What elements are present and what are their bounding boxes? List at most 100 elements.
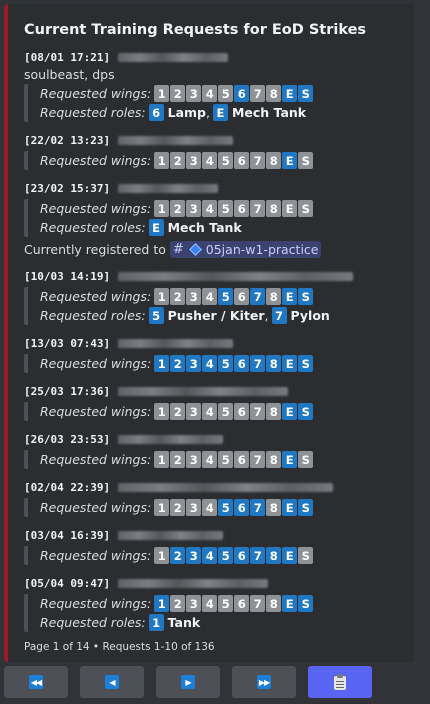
wing-chip-s: S — [298, 547, 314, 564]
wing-chip-7: 7 — [250, 85, 266, 102]
clipboard-button[interactable] — [308, 666, 372, 698]
wing-chip-7: 7 — [250, 200, 266, 217]
embed-title: Current Training Requests for EoD Strike… — [24, 22, 367, 38]
requested-wings-line: Requested wings: 1 2 3 4 5 6 7 8 E S — [40, 498, 400, 517]
requested-wings-line: Requested wings: 1 2 3 4 5 6 7 8 E S — [40, 84, 400, 103]
requested-wings-label: Requested wings: — [40, 404, 152, 419]
wing-chip-2: 2 — [170, 288, 186, 305]
wing-chip-6: 6 — [234, 499, 250, 516]
wing-chip-s: S — [298, 403, 314, 420]
requested-wings-line: Requested wings: 1 2 3 4 5 6 7 8 E S — [40, 354, 400, 373]
wing-chip-6: 6 — [234, 451, 250, 468]
wing-chip-5: 5 — [218, 288, 234, 305]
role-wing-chip: 6 — [148, 104, 164, 121]
registered-label: Currently registered to — [24, 241, 166, 257]
wing-chip-e: E — [282, 403, 298, 420]
wing-chip-6: 6 — [234, 547, 250, 564]
wing-chip-e: E — [282, 288, 298, 305]
request-timestamp: [08/01 17:21] — [24, 50, 111, 64]
redacted-username — [118, 386, 289, 396]
wing-chip-s: S — [298, 152, 314, 169]
wing-chip-5: 5 — [218, 85, 234, 102]
wing-chip-8: 8 — [266, 403, 282, 420]
requested-roles-label: Requested roles: — [40, 615, 146, 630]
requested-roles-label: Requested roles: — [40, 105, 146, 120]
request-header: [25/03 17:36] — [24, 382, 400, 400]
wing-chip-e: E — [282, 152, 298, 169]
wing-chip-4: 4 — [202, 595, 218, 612]
request-entry: [23/02 15:37] Requested wings: 1 2 3 4 5 6 7 8 E S R… — [24, 179, 400, 258]
request-timestamp: [10/03 14:19] — [24, 269, 111, 283]
wing-chip-e: E — [282, 595, 298, 612]
wing-chip-8: 8 — [266, 499, 282, 516]
channel-hash-icon: # — [172, 241, 184, 257]
wing-chip-5: 5 — [218, 403, 234, 420]
wing-chip-4: 4 — [202, 547, 218, 564]
clipboard-icon — [333, 674, 347, 690]
requested-wings-line: Requested wings: 1 2 3 4 5 6 7 8 E S — [40, 199, 400, 218]
request-details: Requested wings: 1 2 3 4 5 6 7 8 E S — [24, 402, 400, 421]
request-timestamp: [26/03 23:53] — [24, 432, 111, 446]
wing-chip-s: S — [298, 288, 314, 305]
wing-chip-3: 3 — [186, 595, 202, 612]
request-header: [03/04 16:39] — [24, 526, 400, 544]
wing-chip-7: 7 — [250, 547, 266, 564]
request-details: Requested wings: 1 2 3 4 5 6 7 8 E S Requested role… — [24, 594, 400, 632]
wing-chip-2: 2 — [170, 451, 186, 468]
wing-chip-5: 5 — [218, 595, 234, 612]
first-page-button[interactable]: ◀◀ — [4, 666, 68, 698]
wing-chip-2: 2 — [170, 152, 186, 169]
right-arrow-icon: ▶ — [181, 675, 195, 689]
wing-chip-2: 2 — [170, 499, 186, 516]
wing-chip-e: E — [282, 547, 298, 564]
wing-chip-5: 5 — [218, 499, 234, 516]
requested-roles-label: Requested roles: — [40, 308, 146, 323]
wing-chip-1: 1 — [154, 451, 170, 468]
wing-chip-4: 4 — [202, 355, 218, 372]
request-timestamp: [25/03 17:36] — [24, 384, 111, 398]
wing-chip-3: 3 — [186, 355, 202, 372]
request-entry: [13/03 07:43] Requested wings: 1 2 3 4 5 6 7 8 E S — [24, 334, 400, 373]
last-page-button[interactable]: ▶▶ — [232, 666, 296, 698]
wing-chip-8: 8 — [266, 355, 282, 372]
left-arrow-icon: ◀ — [105, 675, 119, 689]
wing-chip-4: 4 — [202, 451, 218, 468]
training-requests-embed: Current Training Requests for EoD Strike… — [4, 4, 414, 662]
previous-page-button[interactable]: ◀ — [80, 666, 144, 698]
channel-mention[interactable]: #05jan-w1-practice — [169, 240, 322, 258]
request-details: Requested wings: 1 2 3 4 5 6 7 8 E S Requested role… — [24, 84, 400, 122]
requested-wings-line: Requested wings: 1 2 3 4 5 6 7 8 E S — [40, 287, 400, 306]
wing-chip-4: 4 — [202, 499, 218, 516]
wing-chip-8: 8 — [266, 288, 282, 305]
wing-chip-4: 4 — [202, 200, 218, 217]
wing-chip-3: 3 — [186, 499, 202, 516]
requested-roles-line: Requested roles: 1 Tank — [40, 613, 400, 632]
wing-chip-1: 1 — [154, 85, 170, 102]
wing-chip-1: 1 — [154, 595, 170, 612]
wing-chip-6: 6 — [234, 152, 250, 169]
wing-chip-3: 3 — [186, 547, 202, 564]
wing-chip-7: 7 — [250, 499, 266, 516]
wing-chip-2: 2 — [170, 355, 186, 372]
requested-wings-line: Requested wings: 1 2 3 4 5 6 7 8 E S — [40, 546, 400, 565]
wing-chip-6: 6 — [234, 200, 250, 217]
redacted-username — [118, 183, 219, 193]
request-timestamp: [05/04 09:47] — [24, 576, 111, 590]
request-details: Requested wings: 1 2 3 4 5 6 7 8 E S — [24, 151, 400, 170]
wing-chip-e: E — [282, 85, 298, 102]
redacted-username — [118, 271, 354, 281]
wing-chip-7: 7 — [250, 355, 266, 372]
redacted-username — [118, 338, 234, 348]
requested-wings-line: Requested wings: 1 2 3 4 5 6 7 8 E S — [40, 594, 400, 613]
wing-chip-1: 1 — [154, 152, 170, 169]
wing-chip-5: 5 — [218, 451, 234, 468]
next-page-button[interactable]: ▶ — [156, 666, 220, 698]
diamond-icon — [188, 242, 202, 256]
wing-chip-e: E — [282, 499, 298, 516]
request-header: [08/01 17:21] — [24, 48, 400, 66]
wing-chip-4: 4 — [202, 85, 218, 102]
role-wing-chip: 5 — [148, 307, 164, 324]
double-right-arrow-icon: ▶▶ — [257, 675, 271, 689]
double-left-arrow-icon: ◀◀ — [29, 675, 43, 689]
request-header: [02/04 22:39] — [24, 478, 400, 496]
